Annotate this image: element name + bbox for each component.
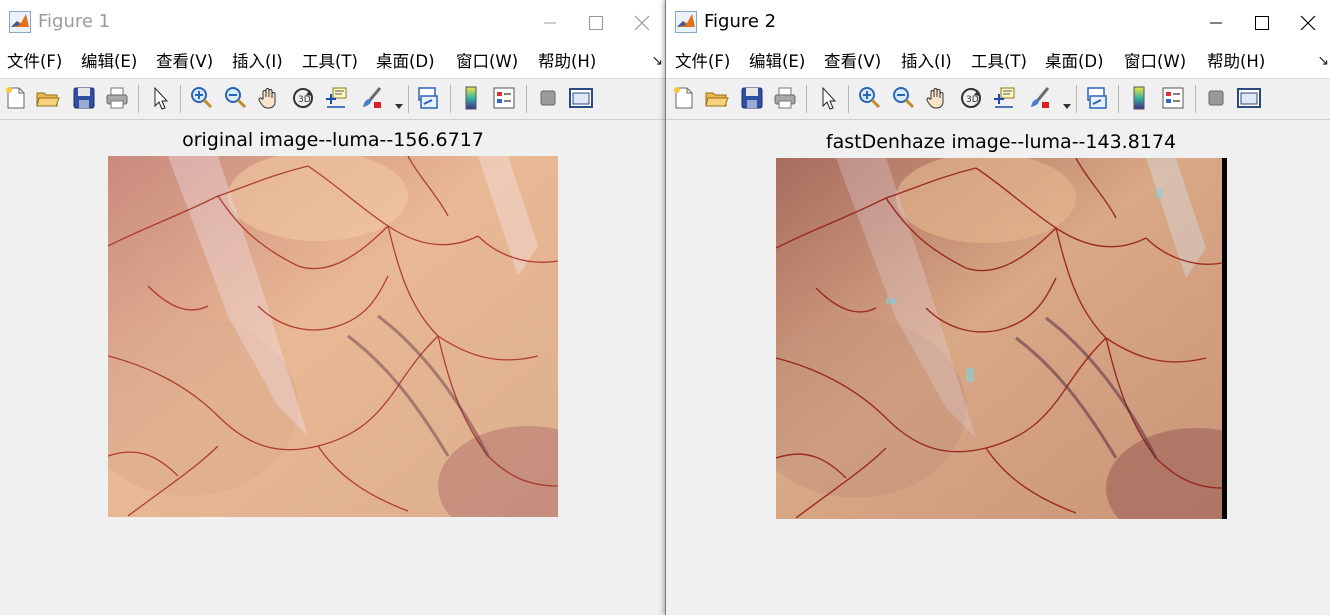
close-button[interactable]: [619, 0, 665, 46]
colorbar-icon[interactable]: [1126, 85, 1152, 111]
zoom-out-icon[interactable]: [890, 85, 916, 111]
data-cursor-icon[interactable]: [991, 85, 1017, 111]
displayed-image[interactable]: [108, 156, 558, 517]
figure-1-window: Figure 1 文件(F) 编辑(E) 查看(V) 插入(I) 工具(T) 桌…: [0, 0, 665, 615]
toolbar-separator: [848, 85, 849, 113]
toolbar-separator: [1195, 85, 1196, 113]
menu-overflow-icon[interactable]: ↘: [1317, 53, 1329, 69]
displayed-image[interactable]: [776, 158, 1227, 519]
minimize-button[interactable]: [527, 0, 573, 46]
figure-toolbar: 3D: [0, 79, 665, 120]
new-figure-icon[interactable]: [671, 85, 697, 111]
menu-insert[interactable]: 插入(I): [232, 51, 283, 73]
close-button[interactable]: [1285, 0, 1330, 46]
chevron-down-icon[interactable]: [1063, 95, 1071, 109]
window-title: Figure 1: [38, 11, 111, 32]
matlab-logo-icon: [9, 11, 31, 33]
brush-icon[interactable]: [359, 85, 385, 111]
rotate-3d-icon[interactable]: 3D: [290, 85, 316, 111]
toolbar-separator: [138, 85, 139, 113]
toolbar-separator: [1118, 85, 1119, 113]
pan-hand-icon[interactable]: [924, 85, 950, 111]
menu-edit[interactable]: 编辑(E): [749, 51, 805, 73]
zoom-in-icon[interactable]: [856, 85, 882, 111]
menu-insert[interactable]: 插入(I): [901, 51, 952, 73]
toolbar-separator: [180, 85, 181, 113]
maximize-button[interactable]: [573, 0, 619, 46]
select-arrow-icon[interactable]: [815, 85, 841, 111]
window-title: Figure 2: [704, 11, 777, 32]
menu-tools[interactable]: 工具(T): [302, 51, 358, 73]
legend-icon[interactable]: [491, 85, 517, 111]
toolbar-separator: [450, 85, 451, 113]
select-arrow-icon[interactable]: [147, 85, 173, 111]
menu-overflow-icon[interactable]: ↘: [651, 53, 663, 69]
show-plot-tools-icon[interactable]: [1236, 85, 1262, 111]
svg-text:3D: 3D: [966, 95, 979, 105]
hide-plot-tools-icon[interactable]: [535, 85, 561, 111]
print-icon[interactable]: [772, 85, 798, 111]
menu-help[interactable]: 帮助(H): [1207, 51, 1265, 73]
menu-tools[interactable]: 工具(T): [971, 51, 1027, 73]
figure-toolbar: 3D: [666, 79, 1330, 120]
colorbar-icon[interactable]: [458, 85, 484, 111]
toolbar-separator: [526, 85, 527, 113]
brush-icon[interactable]: [1027, 85, 1053, 111]
figure-2-window: Figure 2 文件(F) 编辑(E) 查看(V) 插入(I) 工具(T) 桌…: [665, 0, 1330, 615]
matlab-logo-icon: [675, 11, 697, 33]
hide-plot-tools-icon[interactable]: [1203, 85, 1229, 111]
link-plot-icon[interactable]: [1084, 85, 1110, 111]
menu-view[interactable]: 查看(V): [824, 51, 881, 73]
menu-desktop[interactable]: 桌面(D): [1045, 51, 1104, 73]
legend-icon[interactable]: [1160, 85, 1186, 111]
menu-view[interactable]: 查看(V): [156, 51, 213, 73]
menu-file[interactable]: 文件(F): [7, 51, 62, 73]
new-figure-icon[interactable]: [3, 85, 29, 111]
rotate-3d-icon[interactable]: 3D: [958, 85, 984, 111]
menu-edit[interactable]: 编辑(E): [81, 51, 137, 73]
pan-hand-icon[interactable]: [256, 85, 282, 111]
save-icon[interactable]: [739, 85, 765, 111]
menu-bar: 文件(F) 编辑(E) 查看(V) 插入(I) 工具(T) 桌面(D) 窗口(W…: [0, 46, 665, 79]
save-icon[interactable]: [71, 85, 97, 111]
title-bar[interactable]: Figure 1: [0, 0, 665, 46]
axes-title: original image--luma--156.6717: [182, 129, 484, 151]
menu-bar: 文件(F) 编辑(E) 查看(V) 插入(I) 工具(T) 桌面(D) 窗口(W…: [666, 46, 1330, 79]
print-icon[interactable]: [104, 85, 130, 111]
toolbar-separator: [1076, 85, 1077, 113]
menu-file[interactable]: 文件(F): [675, 51, 730, 73]
toolbar-separator: [806, 85, 807, 113]
menu-desktop[interactable]: 桌面(D): [376, 51, 435, 73]
menu-window[interactable]: 窗口(W): [1124, 51, 1186, 73]
toolbar-separator: [408, 85, 409, 113]
zoom-in-icon[interactable]: [188, 85, 214, 111]
open-file-icon[interactable]: [35, 85, 61, 111]
data-cursor-icon[interactable]: [323, 85, 349, 111]
axes-title: fastDenhaze image--luma--143.8174: [825, 131, 1177, 153]
zoom-out-icon[interactable]: [222, 85, 248, 111]
maximize-button[interactable]: [1239, 0, 1285, 46]
open-file-icon[interactable]: [704, 85, 730, 111]
minimize-button[interactable]: [1193, 0, 1239, 46]
menu-window[interactable]: 窗口(W): [456, 51, 518, 73]
chevron-down-icon[interactable]: [395, 95, 403, 109]
menu-help[interactable]: 帮助(H): [538, 51, 596, 73]
title-bar[interactable]: Figure 2: [666, 0, 1330, 46]
show-plot-tools-icon[interactable]: [568, 85, 594, 111]
link-plot-icon[interactable]: [415, 85, 441, 111]
svg-text:3D: 3D: [298, 95, 311, 105]
